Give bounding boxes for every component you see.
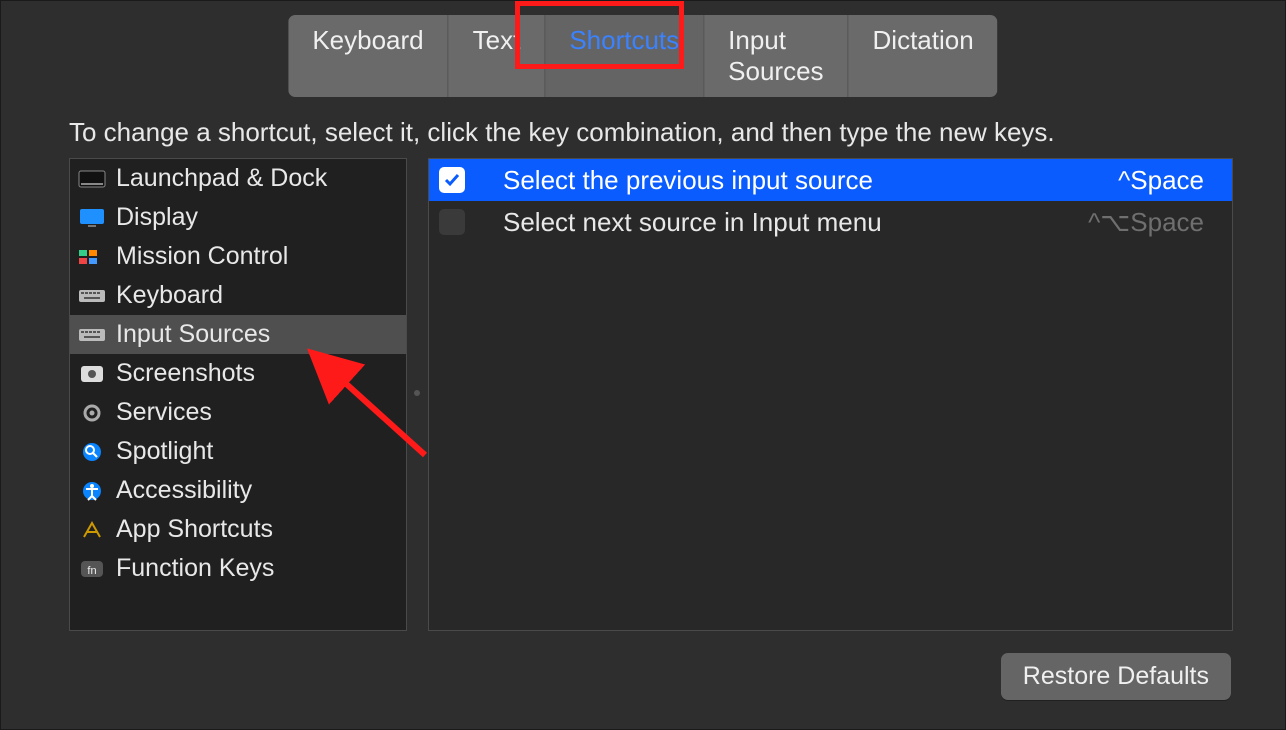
shortcut-row[interactable]: Select the previous input source ^Space — [429, 159, 1232, 201]
shortcut-label: Select the previous input source — [483, 165, 1100, 196]
category-mission-control[interactable]: Mission Control — [70, 237, 406, 276]
screenshot-icon — [78, 363, 106, 385]
keyboard-icon — [78, 324, 106, 346]
keyboard-icon — [78, 285, 106, 307]
fn-icon: fn — [78, 558, 106, 580]
display-icon — [78, 207, 106, 229]
shortcut-keys[interactable]: ^Space — [1118, 165, 1204, 196]
tab-bar: KeyboardTextShortcutsInput SourcesDictat… — [288, 15, 997, 97]
category-display[interactable]: Display — [70, 198, 406, 237]
gear-icon — [78, 402, 106, 424]
category-label: Keyboard — [116, 281, 223, 310]
tab-shortcuts[interactable]: Shortcuts — [545, 15, 704, 97]
svg-text:fn: fn — [87, 565, 96, 577]
tab-text[interactable]: Text — [449, 15, 546, 97]
accessibility-icon — [78, 480, 106, 502]
app-shortcuts-icon — [78, 519, 106, 541]
tab-keyboard[interactable]: Keyboard — [288, 15, 448, 97]
category-label: Launchpad & Dock — [116, 164, 327, 193]
category-launchpad-dock[interactable]: Launchpad & Dock — [70, 159, 406, 198]
category-label: Mission Control — [116, 242, 288, 271]
category-label: Services — [116, 398, 212, 427]
category-label: Accessibility — [116, 476, 252, 505]
tab-input-sources[interactable]: Input Sources — [704, 15, 848, 97]
category-services[interactable]: Services — [70, 393, 406, 432]
shortcut-checkbox[interactable] — [439, 209, 465, 235]
shortcut-checkbox[interactable] — [439, 167, 465, 193]
shortcut-list: Select the previous input source^SpaceSe… — [428, 158, 1233, 631]
category-list: Launchpad & Dock Display Mission Control Ke… — [69, 158, 407, 631]
split-handle[interactable] — [414, 390, 420, 396]
category-app-shortcuts[interactable]: App Shortcuts — [70, 510, 406, 549]
launchpad-icon — [78, 168, 106, 190]
shortcut-label: Select next source in Input menu — [483, 207, 1070, 238]
instruction-text: To change a shortcut, select it, click t… — [69, 117, 1055, 148]
category-label: Display — [116, 203, 198, 232]
category-keyboard[interactable]: Keyboard — [70, 276, 406, 315]
category-input-sources[interactable]: Input Sources — [70, 315, 406, 354]
category-spotlight[interactable]: Spotlight — [70, 432, 406, 471]
category-screenshots[interactable]: Screenshots — [70, 354, 406, 393]
category-label: App Shortcuts — [116, 515, 273, 544]
category-label: Input Sources — [116, 320, 270, 349]
category-label: Spotlight — [116, 437, 213, 466]
tab-dictation[interactable]: Dictation — [849, 15, 998, 97]
category-label: Screenshots — [116, 359, 255, 388]
restore-defaults-button[interactable]: Restore Defaults — [1001, 653, 1231, 700]
shortcut-keys[interactable]: ^⌥Space — [1088, 207, 1204, 238]
shortcut-row[interactable]: Select next source in Input menu ^⌥Space — [429, 201, 1232, 243]
category-label: Function Keys — [116, 554, 274, 583]
category-function-keys[interactable]: fn Function Keys — [70, 549, 406, 588]
keyboard-preferences-window: KeyboardTextShortcutsInput SourcesDictat… — [0, 0, 1286, 730]
spotlight-icon — [78, 441, 106, 463]
category-accessibility[interactable]: Accessibility — [70, 471, 406, 510]
mission-control-icon — [78, 246, 106, 268]
